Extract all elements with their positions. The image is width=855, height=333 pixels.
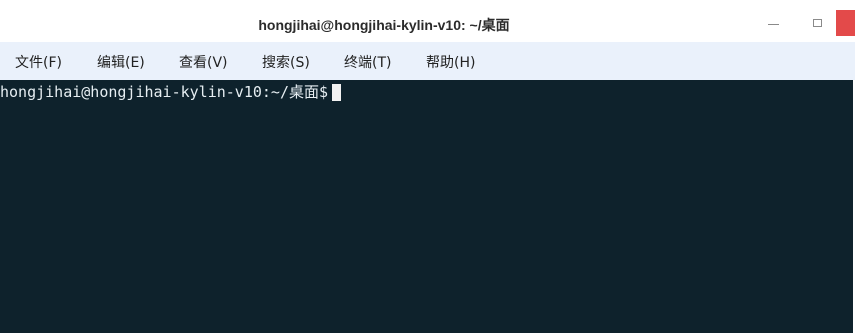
menu-view[interactable]: 查看(V) (179, 52, 228, 72)
minimize-button[interactable] (762, 10, 784, 36)
shell-prompt: hongjihai@hongjihai-kylin-v10:~/桌面$ (0, 83, 329, 101)
text-cursor (332, 83, 342, 101)
menu-file[interactable]: 文件(F) (15, 52, 62, 72)
maximize-icon (812, 19, 822, 27)
menu-bar: 文件(F) 编辑(E) 查看(V) 搜索(S) 终端(T) 帮助(H) (0, 42, 855, 80)
title-bar[interactable]: hongjihai@hongjihai-kylin-v10: ~/桌面 (0, 8, 855, 42)
terminal-area[interactable]: hongjihai@hongjihai-kylin-v10:~/桌面$ (0, 80, 853, 333)
minimize-icon (767, 23, 779, 25)
maximize-button[interactable] (806, 10, 828, 36)
menu-search[interactable]: 搜索(S) (262, 52, 310, 72)
prompt-line: hongjihai@hongjihai-kylin-v10:~/桌面$ (0, 82, 342, 102)
window-title: hongjihai@hongjihai-kylin-v10: ~/桌面 (258, 17, 510, 33)
terminal-window: hongjihai@hongjihai-kylin-v10: ~/桌面 文件(F… (0, 0, 855, 333)
menu-help[interactable]: 帮助(H) (426, 52, 475, 72)
menu-edit[interactable]: 编辑(E) (97, 52, 145, 72)
close-button[interactable] (836, 10, 855, 36)
menu-terminal[interactable]: 终端(T) (344, 52, 391, 72)
